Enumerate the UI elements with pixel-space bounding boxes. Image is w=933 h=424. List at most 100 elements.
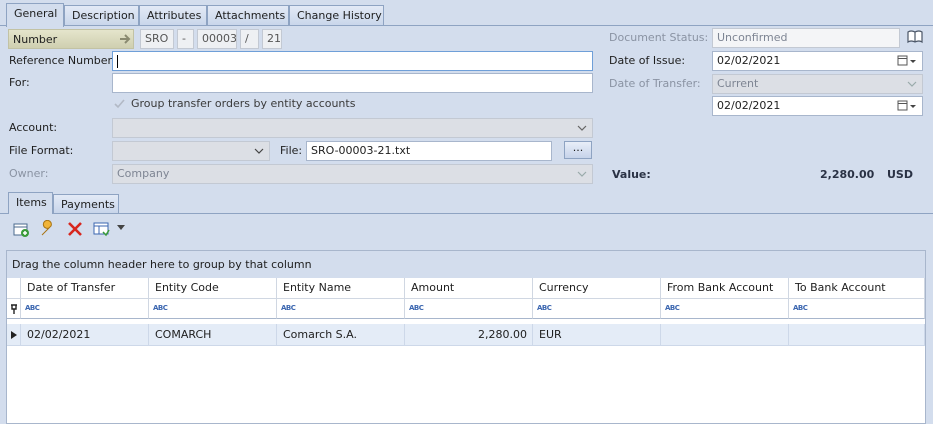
browse-file-button[interactable]: ...	[564, 141, 592, 159]
number-separator-1: -	[177, 29, 194, 49]
delete-icon[interactable]	[66, 220, 84, 238]
value-currency: USD	[887, 168, 913, 181]
date-of-transfer-mode-dropdown: Current	[712, 74, 923, 94]
date-of-issue-value: 02/02/2021	[717, 54, 781, 67]
text-filter-icon: ABC	[281, 304, 296, 312]
for-label: For:	[9, 76, 30, 89]
cell-entity-code[interactable]: COMARCH	[149, 324, 277, 346]
reference-number-input[interactable]	[112, 51, 593, 71]
chevron-down-icon	[577, 171, 587, 177]
number-separator-2-value: /	[245, 32, 249, 45]
pin-icon	[11, 304, 17, 314]
filter-row-indicator	[7, 299, 21, 319]
tab-items[interactable]: Items	[8, 192, 53, 214]
browse-file-label: ...	[572, 141, 584, 154]
book-icon[interactable]	[907, 29, 923, 45]
tab-attributes[interactable]: Attributes	[139, 5, 207, 26]
text-filter-icon: ABC	[409, 304, 424, 312]
text-caret	[117, 54, 118, 68]
text-filter-icon: ABC	[793, 304, 808, 312]
row-indicator[interactable]	[7, 324, 21, 346]
file-format-dropdown[interactable]	[112, 141, 270, 161]
chevron-down-icon	[907, 81, 917, 87]
column-header-date-of-transfer[interactable]: Date of Transfer	[21, 278, 149, 299]
tab-attachments[interactable]: Attachments	[207, 5, 289, 26]
filter-cell-amount[interactable]: ABC	[405, 299, 533, 319]
cell-date-of-transfer[interactable]: 02/02/2021	[21, 324, 149, 346]
filter-cell-currency[interactable]: ABC	[533, 299, 661, 319]
column-header-currency[interactable]: Currency	[533, 278, 661, 299]
date-of-transfer-picker[interactable]: 02/02/2021	[712, 96, 923, 116]
cell-value: COMARCH	[155, 328, 212, 341]
cell-to-bank-account[interactable]	[789, 324, 925, 346]
date-of-transfer-value: 02/02/2021	[717, 99, 781, 112]
date-of-issue-label: Date of Issue:	[609, 54, 686, 67]
column-header-entity-name[interactable]: Entity Name	[277, 278, 405, 299]
tab-attributes-label: Attributes	[147, 9, 202, 22]
text-filter-icon: ABC	[153, 304, 168, 312]
grid-view-icon[interactable]	[93, 220, 111, 238]
tab-payments[interactable]: Payments	[53, 194, 119, 213]
tab-general[interactable]: General	[6, 3, 64, 27]
tab-items-label: Items	[16, 196, 47, 209]
tab-change-history[interactable]: Change History	[289, 5, 384, 26]
column-header-amount[interactable]: Amount	[405, 278, 533, 299]
tab-description[interactable]: Description	[64, 5, 139, 26]
arrow-right-icon	[120, 34, 131, 44]
calendar-dropdown-icon	[897, 100, 916, 111]
file-format-label: File Format:	[9, 144, 74, 157]
number-year-field: 21	[262, 29, 282, 49]
tab-attachments-label: Attachments	[215, 9, 286, 22]
view-dropdown-arrow-icon[interactable]	[117, 225, 125, 231]
group-transfer-checkbox[interactable]	[113, 97, 126, 110]
column-header-to-bank-account[interactable]: To Bank Account	[789, 278, 925, 299]
tab-general-label: General	[14, 7, 58, 20]
filter-cell-to-bank-account[interactable]: ABC	[789, 299, 925, 319]
number-series-button[interactable]: Number	[8, 29, 134, 49]
cell-value: Comarch S.A.	[283, 328, 357, 341]
wrench-icon[interactable]	[39, 220, 57, 238]
text-filter-icon: ABC	[665, 304, 680, 312]
filter-cell-entity-code[interactable]: ABC	[149, 299, 277, 319]
cell-value: 2,280.00	[478, 328, 527, 341]
column-header-entity-code[interactable]: Entity Code	[149, 278, 277, 299]
cell-value: 02/02/2021	[27, 328, 91, 341]
cell-amount[interactable]: 2,280.00	[405, 324, 533, 346]
number-separator-1-value: -	[182, 32, 186, 45]
group-by-panel[interactable]: Drag the column header here to group by …	[7, 251, 925, 279]
file-value: SRO-00003-21.txt	[311, 144, 411, 157]
filter-cell-entity-name[interactable]: ABC	[277, 299, 405, 319]
cell-entity-name[interactable]: Comarch S.A.	[277, 324, 405, 346]
filter-cell-date-of-transfer[interactable]: ABC	[21, 299, 149, 319]
text-filter-icon: ABC	[537, 304, 552, 312]
column-header-label: Date of Transfer	[27, 281, 116, 294]
chevron-down-icon	[577, 125, 587, 131]
tab-panel-border	[0, 25, 933, 26]
chevron-down-icon	[254, 148, 264, 154]
group-by-hint: Drag the column header here to group by …	[12, 258, 312, 271]
file-input[interactable]: SRO-00003-21.txt	[306, 141, 552, 161]
column-header-label: Amount	[411, 281, 455, 294]
value-label: Value:	[612, 168, 651, 181]
cell-from-bank-account[interactable]	[661, 324, 789, 346]
account-dropdown[interactable]	[112, 118, 593, 138]
owner-label: Owner:	[9, 167, 49, 180]
cell-currency[interactable]: EUR	[533, 324, 661, 346]
for-input[interactable]	[112, 73, 593, 93]
date-of-transfer-label: Date of Transfer:	[609, 77, 701, 90]
tab-change-history-label: Change History	[297, 9, 382, 22]
row-indicator-header	[7, 278, 21, 299]
column-header-label: Currency	[539, 281, 589, 294]
file-label: File:	[280, 144, 303, 157]
column-header-label: Entity Code	[155, 281, 219, 294]
number-prefix-value: SRO	[145, 32, 169, 45]
number-counter-value: 00003	[202, 32, 237, 45]
filter-cell-from-bank-account[interactable]: ABC	[661, 299, 789, 319]
value-amount: 2,280.00	[820, 168, 875, 181]
column-header-label: From Bank Account	[667, 281, 774, 294]
document-status-field: Unconfirmed	[712, 28, 900, 48]
column-header-from-bank-account[interactable]: From Bank Account	[661, 278, 789, 299]
tab-payments-label: Payments	[61, 198, 115, 211]
add-item-icon[interactable]	[12, 220, 30, 238]
date-of-issue-picker[interactable]: 02/02/2021	[712, 51, 923, 71]
